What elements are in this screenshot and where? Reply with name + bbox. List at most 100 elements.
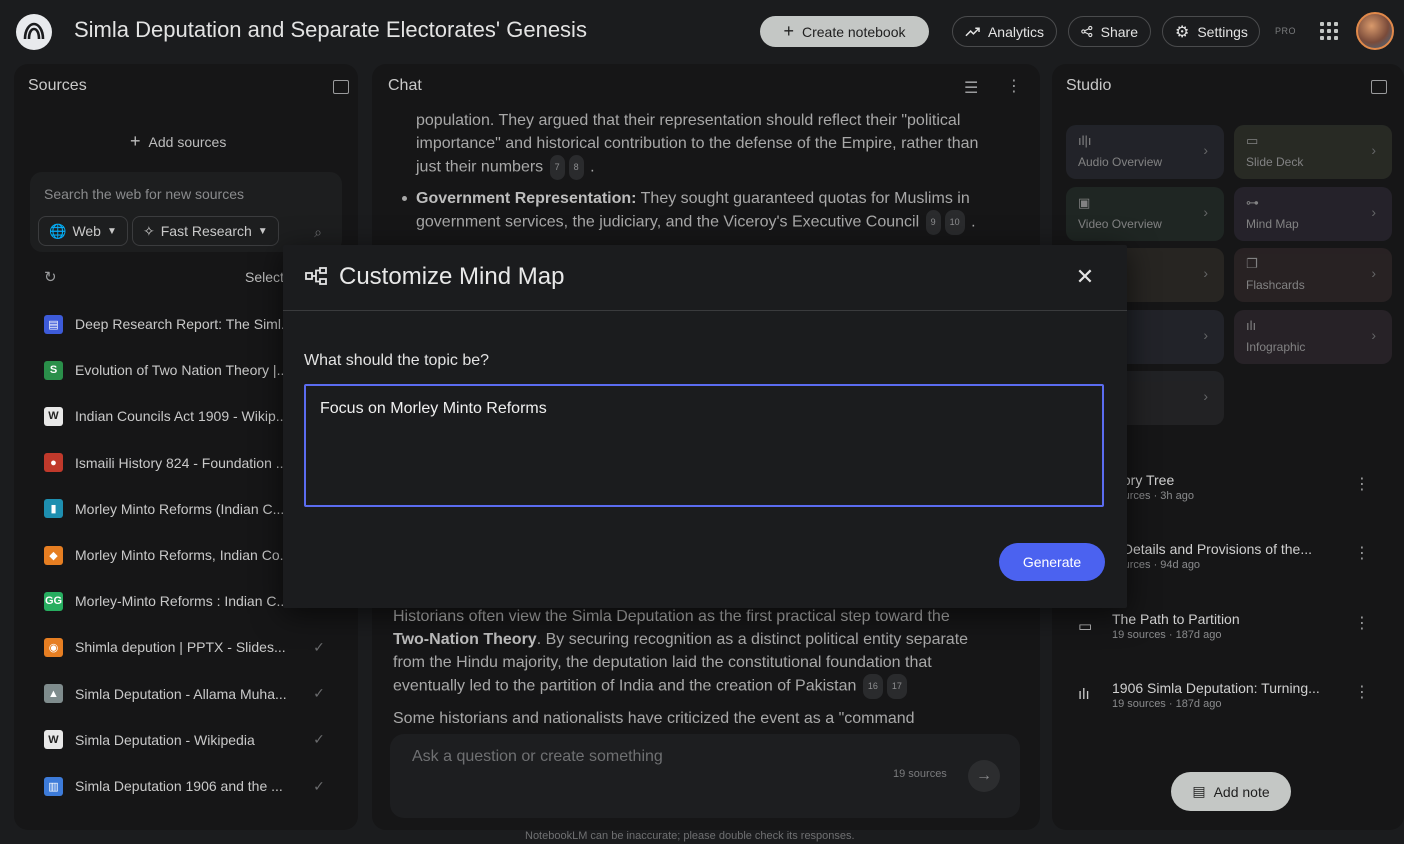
notebooklm-logo-icon[interactable] xyxy=(16,14,52,50)
slides-brand-icon: ◉ xyxy=(44,637,63,657)
studio-tile[interactable]: ılı Infographic › xyxy=(1234,309,1392,364)
chevron-right-icon: › xyxy=(1203,388,1208,404)
bullet-dot xyxy=(402,196,407,201)
studio-tile[interactable]: ❐ Flashcards › xyxy=(1234,248,1392,302)
source-checkbox[interactable]: ✓ xyxy=(310,731,328,749)
more-vert-icon[interactable]: ⋮ xyxy=(1006,76,1022,96)
source-item[interactable]: W Simla Deputation - Wikipedia xyxy=(44,729,344,751)
settings-button[interactable]: ⚙ Settings xyxy=(1162,16,1260,47)
studio-note[interactable]: ılı 1906 Simla Deputation: Turning... 19 s… xyxy=(1078,680,1388,720)
chat-line: from the Hindu majority, the deputation … xyxy=(393,654,932,671)
refresh-icon[interactable]: ↻ xyxy=(44,268,57,286)
share-button[interactable]: Share xyxy=(1068,16,1151,47)
source-item-label: Morley Minto Reforms, Indian Co... xyxy=(75,547,292,563)
source-checkbox[interactable]: ✓ xyxy=(310,685,328,703)
citation-chip[interactable]: 8 xyxy=(568,155,584,180)
search-submit-icon[interactable]: ⌕ xyxy=(304,218,332,246)
chat-line: just their numbers xyxy=(416,158,544,176)
citation-chip[interactable]: 7 xyxy=(549,155,565,180)
research-chip-label: Fast Research xyxy=(160,223,252,239)
add-note-button[interactable]: ▤ Add note xyxy=(1171,772,1291,811)
studio-tile[interactable]: ⊶ Mind Map › xyxy=(1234,186,1392,241)
more-vert-icon[interactable]: ⋮ xyxy=(1354,543,1370,563)
citation-chip[interactable]: 17 xyxy=(886,674,907,699)
topic-input[interactable]: Focus on Morley Minto Reforms xyxy=(304,384,1104,507)
video-icon: ▣ xyxy=(1078,194,1091,210)
source-item[interactable]: ▲ Simla Deputation - Allama Muha... xyxy=(44,683,344,705)
chat-line: . By securing recognition as a distinct … xyxy=(536,631,969,648)
mindmap-icon xyxy=(305,267,327,285)
settings-label: Settings xyxy=(1197,23,1248,40)
source-checkbox[interactable]: ✓ xyxy=(310,638,328,656)
studio-tile[interactable]: ▣ Video Overview › xyxy=(1066,186,1224,241)
studio-note-title: The Path to Partition xyxy=(1112,610,1240,627)
more-vert-icon[interactable]: ⋮ xyxy=(1354,474,1370,494)
studio-tile-label: Mind Map xyxy=(1246,216,1299,231)
source-count: 19 sources xyxy=(893,768,947,780)
studio-note-title: y Details and Provisions of the... xyxy=(1112,541,1312,558)
analytics-button[interactable]: Analytics xyxy=(952,16,1057,47)
chat-line: Historians often view the Simla Deputati… xyxy=(393,608,950,625)
chat-line: They sought guaranteed quotas for Muslim… xyxy=(636,190,970,207)
tune-icon[interactable]: ☰ xyxy=(964,78,978,98)
collapse-panel-icon[interactable] xyxy=(1371,80,1387,94)
citation-chip[interactable]: 9 xyxy=(925,210,941,235)
source-item[interactable]: ◉ Shimla depution | PPTX - Slides... xyxy=(44,636,344,658)
web-chip-label: Web xyxy=(72,223,101,239)
send-arrow-icon[interactable]: → xyxy=(968,760,1000,792)
source-item-label: Simla Deputation - Wikipedia xyxy=(75,731,255,748)
chat-bullet: Government Representation: They sought g… xyxy=(416,187,996,235)
more-vert-icon[interactable]: ⋮ xyxy=(1354,682,1370,702)
source-item-label: Simla Deputation 1906 and the ... xyxy=(75,778,283,794)
select-all-label[interactable]: Select xyxy=(245,269,284,285)
web-search-input[interactable]: Search the web for new sources xyxy=(44,186,244,202)
web-source-dropdown[interactable]: 🌐 Web ▼ xyxy=(38,216,128,246)
close-icon[interactable]: ✕ xyxy=(1073,265,1097,289)
share-label: Share xyxy=(1100,23,1138,40)
notebook-title[interactable]: Simla Deputation and Separate Electorate… xyxy=(74,17,587,43)
waveform-icon: ıl|ı xyxy=(1078,133,1092,148)
s-brand-icon: S xyxy=(44,360,63,380)
apps-grid-icon[interactable] xyxy=(1320,22,1338,40)
chevron-right-icon: › xyxy=(1203,265,1208,281)
studio-tile[interactable]: ıl|ı Audio Overview › xyxy=(1066,125,1224,179)
avatar[interactable] xyxy=(1356,12,1394,50)
sources-heading: Sources xyxy=(28,77,87,94)
create-notebook-label: Create notebook xyxy=(801,23,906,40)
create-notebook-button[interactable]: + Create notebook xyxy=(760,16,929,47)
source-item-label: Morley-Minto Reforms : Indian C... xyxy=(75,593,289,610)
generate-button[interactable]: Generate xyxy=(999,543,1105,581)
plus-icon: + xyxy=(783,21,794,41)
chevron-down-icon: ▼ xyxy=(106,225,117,237)
chat-line: government services, the judiciary, and … xyxy=(416,213,920,231)
image-brand-icon: ▲ xyxy=(44,684,63,704)
studio-tile[interactable]: ▭ Slide Deck › xyxy=(1234,125,1392,179)
chevron-down-icon: ▼ xyxy=(257,225,268,237)
chevron-right-icon: › xyxy=(1371,265,1376,281)
research-mode-dropdown[interactable]: ✧ Fast Research ▼ xyxy=(132,216,279,246)
citation-chip[interactable]: 10 xyxy=(944,210,965,235)
flashcards-icon: ❐ xyxy=(1246,256,1258,271)
chat-message-paragraph-lower: Historians often view the Simla Deputati… xyxy=(393,605,993,730)
lower-bold: Two-Nation Theory xyxy=(393,631,537,648)
doc-brand-icon: ▥ xyxy=(44,776,63,796)
dialog-title: Customize Mind Map xyxy=(339,263,565,290)
chat-line: eventually led to the partition of India… xyxy=(393,677,857,695)
studio-note-title: 1906 Simla Deputation: Turning... xyxy=(1112,679,1320,696)
slides-icon: ▭ xyxy=(1078,617,1093,635)
source-checkbox[interactable]: ✓ xyxy=(310,777,328,795)
infographic-icon: ılı xyxy=(1246,317,1257,333)
source-item[interactable]: ▥ Simla Deputation 1906 and the ... xyxy=(44,775,344,797)
citation-chip[interactable]: 16 xyxy=(862,674,883,699)
studio-note-meta: 19 sources · 187d ago xyxy=(1112,628,1222,641)
more-vert-icon[interactable]: ⋮ xyxy=(1354,613,1370,633)
chat-input[interactable]: Ask a question or create something xyxy=(412,748,663,766)
studio-note[interactable]: ▭ The Path to Partition 19 sources · 187d … xyxy=(1078,611,1388,651)
chat-heading: Chat xyxy=(388,77,422,94)
collapse-panel-icon[interactable] xyxy=(333,80,349,94)
share-icon xyxy=(1081,25,1093,38)
source-item-label: Simla Deputation - Allama Muha... xyxy=(75,685,287,702)
bullet-bold: Government Representation: xyxy=(416,190,637,207)
studio-tile-label: Infographic xyxy=(1246,339,1306,354)
add-sources-button[interactable]: + Add sources xyxy=(130,131,226,152)
